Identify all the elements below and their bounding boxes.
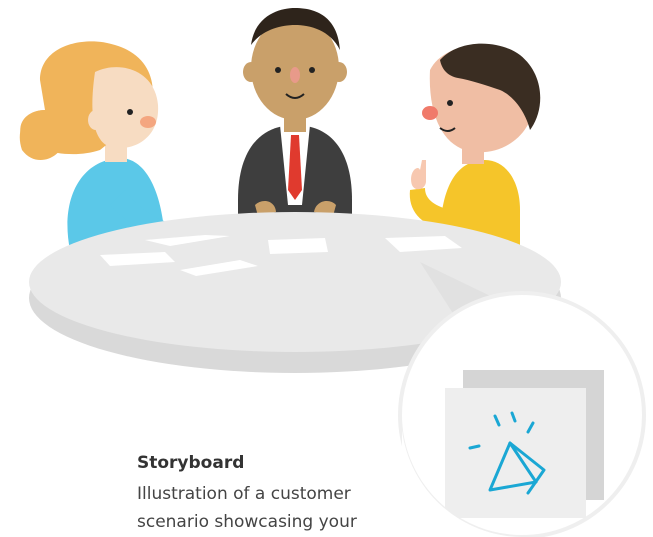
caption-line-1: Illustration of a customer (137, 484, 351, 504)
right-eye (447, 100, 453, 106)
right-man-character (409, 43, 541, 250)
storyboard-illustration: Storyboard Illustration of a customer sc… (0, 0, 653, 537)
pointing-hand (411, 160, 426, 190)
woman-nose (140, 116, 156, 128)
center-man-character (238, 8, 352, 220)
center-eye-left (275, 67, 281, 73)
caption-title: Storyboard (137, 453, 245, 473)
paper-card (268, 238, 328, 254)
storyboard-cards-icon (445, 370, 604, 518)
caption-line-2: scenario showcasing your (137, 512, 357, 532)
caption-block: Storyboard Illustration of a customer sc… (137, 452, 427, 536)
woman-eye (127, 109, 133, 115)
right-ear (496, 97, 514, 119)
center-eye-right (309, 67, 315, 73)
center-ear-right (331, 62, 347, 82)
center-nose (290, 67, 300, 83)
zoom-detail (398, 291, 646, 537)
center-ear-left (243, 62, 259, 82)
woman-ear (88, 110, 104, 130)
right-nose (422, 106, 438, 120)
